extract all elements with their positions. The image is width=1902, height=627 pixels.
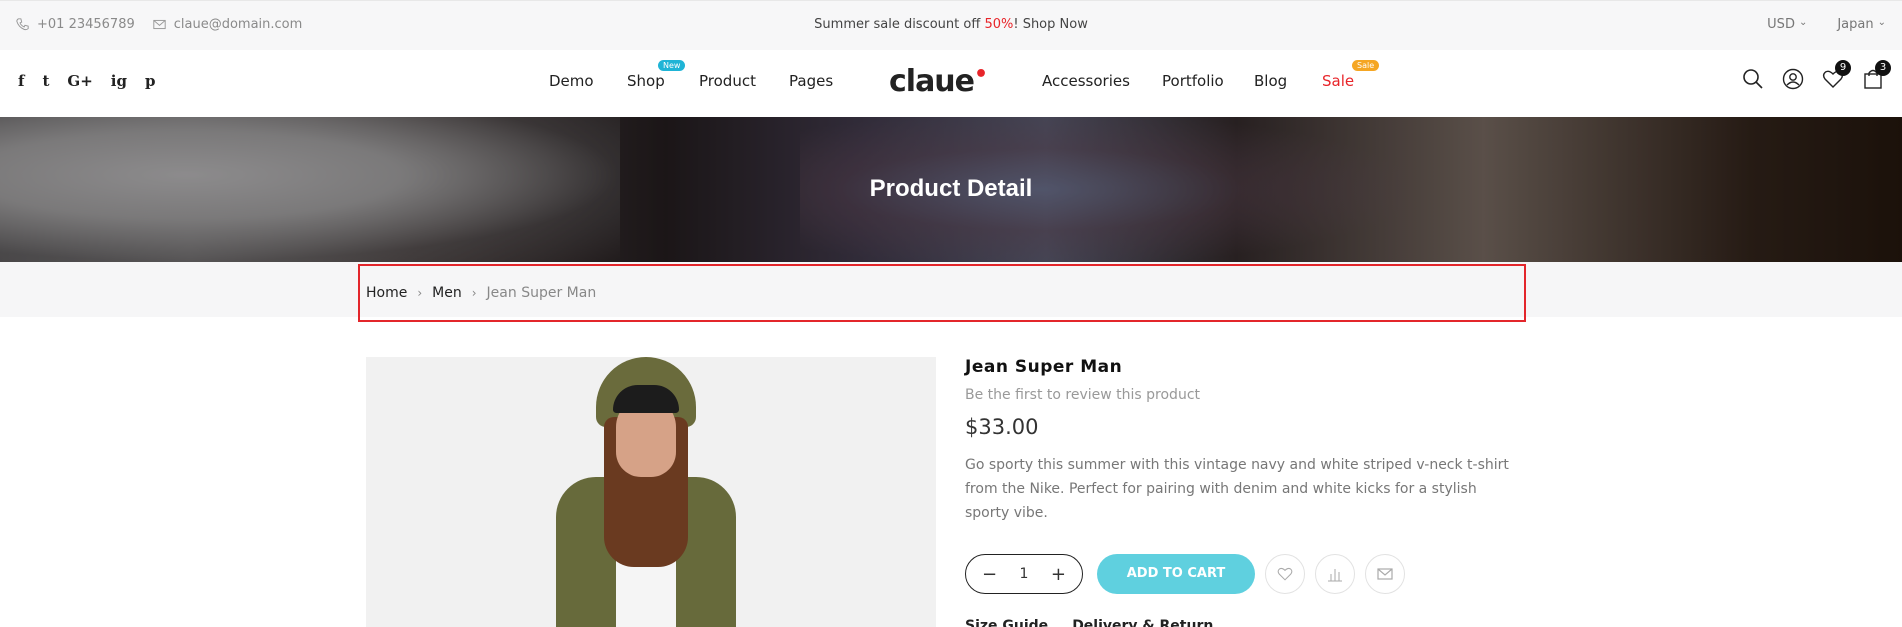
new-badge: New [658, 60, 686, 71]
nav-pages[interactable]: Pages [789, 72, 833, 90]
size-guide-link[interactable]: Size Guide [965, 618, 1048, 627]
promo-after: ! Shop Now [1013, 17, 1088, 32]
google-plus-icon[interactable]: G+ [67, 72, 92, 90]
promo-percent: 50% [984, 17, 1014, 32]
site-logo[interactable]: claue• [889, 62, 988, 99]
heart-icon [1277, 567, 1293, 581]
page-title: Product Detail [869, 175, 1033, 202]
cart-icon[interactable]: 3 [1862, 60, 1891, 90]
product-price: $33.00 [965, 415, 1039, 439]
quantity-value[interactable]: 1 [1020, 566, 1029, 582]
breadcrumb-home[interactable]: Home [366, 285, 407, 301]
product-description: Go sporty this summer with this vintage … [965, 457, 1509, 521]
nav-sale[interactable]: Sale [1322, 72, 1354, 90]
cart-count: 3 [1875, 60, 1891, 76]
breadcrumb-current: Jean Super Man [486, 285, 597, 301]
breadcrumb-separator-icon: › [417, 286, 423, 300]
product-name: Jean Super Man [965, 357, 1123, 377]
email-friend-button[interactable] [1365, 554, 1405, 594]
product-info: Jean Super Man Be the first to review th… [965, 357, 1525, 525]
product-image[interactable] [366, 357, 936, 627]
header-tools: 9 3 [1742, 60, 1891, 90]
review-link[interactable]: Be the first to review this product [965, 387, 1525, 403]
language-select[interactable]: Japan [1837, 17, 1886, 32]
pinterest-icon[interactable]: p [145, 72, 156, 90]
breadcrumb-separator-icon: › [471, 286, 477, 300]
quantity-stepper: − 1 + [965, 554, 1083, 594]
breadcrumb: Home › Men › Jean Super Man [358, 264, 1526, 322]
wishlist-icon[interactable]: 9 [1822, 60, 1851, 90]
decrease-quantity-button[interactable]: − [982, 564, 997, 585]
sale-badge: Sale [1352, 60, 1380, 71]
compare-button[interactable] [1315, 554, 1355, 594]
increase-quantity-button[interactable]: + [1051, 564, 1066, 585]
breadcrumb-category[interactable]: Men [432, 285, 462, 301]
wishlist-count: 9 [1835, 60, 1851, 76]
social-links: f t G+ ig p [18, 72, 155, 90]
nav-blog[interactable]: Blog [1254, 72, 1287, 90]
nav-product[interactable]: Product [699, 72, 756, 90]
promo-text[interactable]: Summer sale discount off 50%! Shop Now [0, 17, 1902, 32]
add-to-cart-button[interactable]: ADD TO CART [1097, 554, 1255, 594]
logo-dot: • [974, 62, 988, 87]
nav-portfolio[interactable]: Portfolio [1162, 72, 1224, 90]
logo-text: claue [889, 64, 975, 99]
delivery-return-link[interactable]: Delivery & Return [1072, 618, 1213, 627]
currency-select[interactable]: USD [1767, 17, 1807, 32]
wishlist-button[interactable] [1265, 554, 1305, 594]
promo-before: Summer sale discount off [814, 17, 985, 32]
top-bar: +01 23456789 claue@domain.com Summer sal… [0, 0, 1902, 50]
search-icon[interactable] [1742, 68, 1764, 90]
envelope-icon [1377, 568, 1393, 580]
nav-shop[interactable]: Shop [627, 72, 665, 90]
twitter-icon[interactable]: t [42, 72, 49, 90]
nav-accessories[interactable]: Accessories [1042, 72, 1130, 90]
page-banner: Product Detail [0, 117, 1902, 262]
facebook-icon[interactable]: f [18, 72, 24, 90]
account-icon[interactable] [1782, 68, 1804, 90]
instagram-icon[interactable]: ig [111, 72, 127, 90]
main-header: f t G+ ig p Demo Shop New Product Pages … [0, 50, 1902, 117]
product-actions: − 1 + ADD TO CART [965, 554, 1405, 594]
nav-demo[interactable]: Demo [549, 72, 594, 90]
bar-chart-icon [1328, 569, 1342, 582]
product-links: Size Guide Delivery & Return [965, 618, 1213, 627]
